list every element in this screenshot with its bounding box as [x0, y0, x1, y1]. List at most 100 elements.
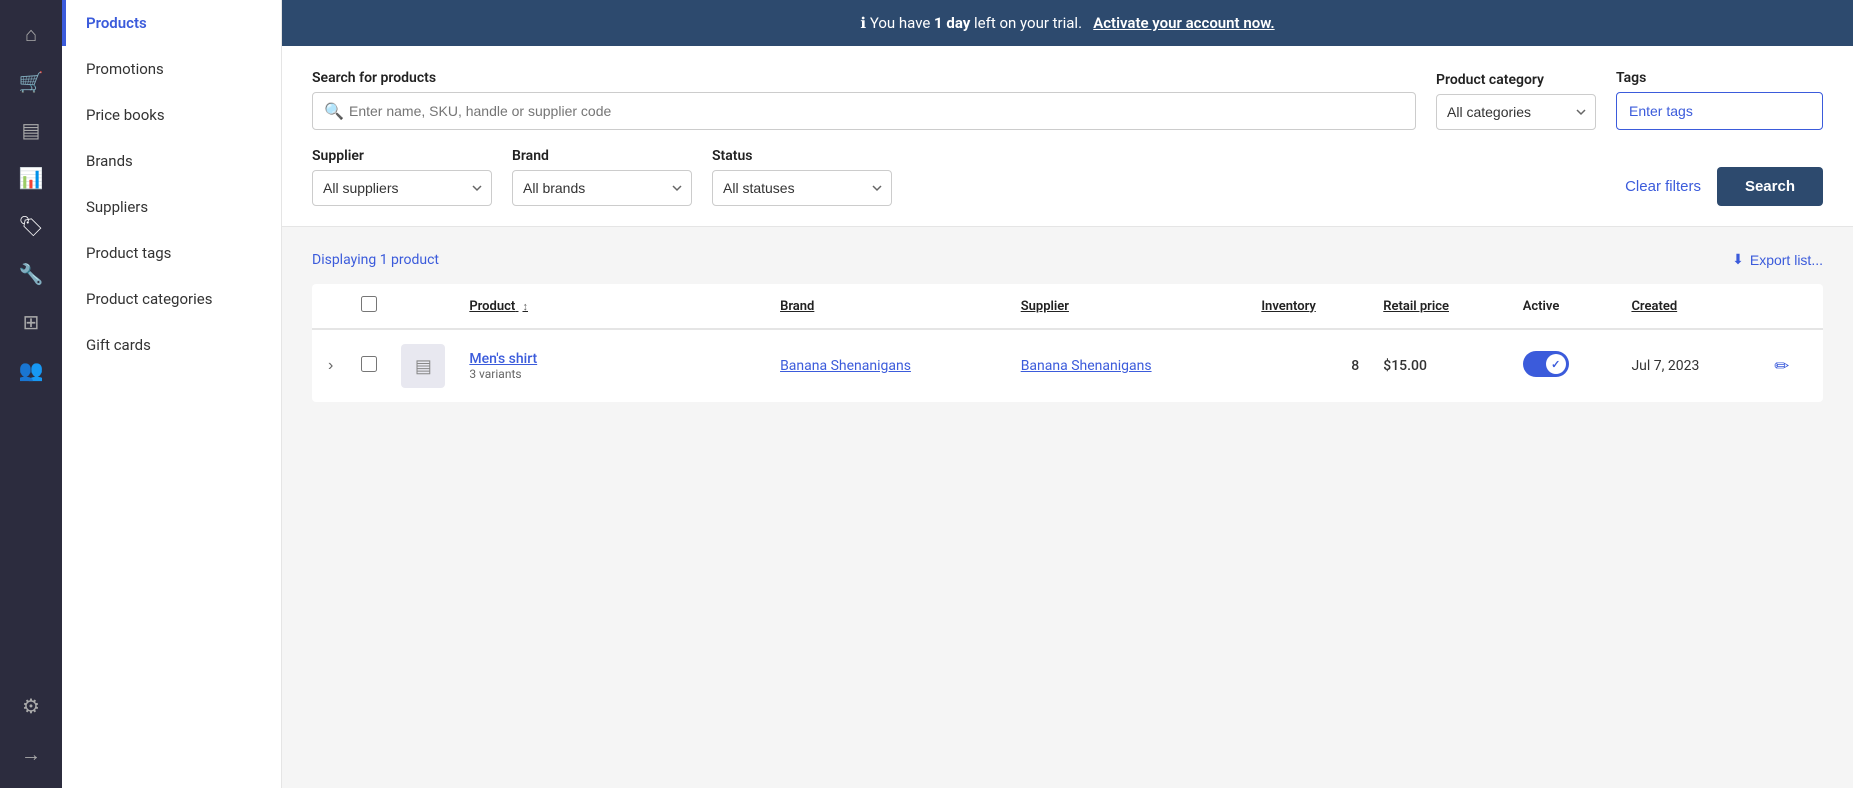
tags-label: Tags	[1616, 70, 1823, 86]
active-toggle[interactable]	[1523, 351, 1569, 377]
status-label: Status	[712, 148, 892, 164]
tags-filter-group: Tags	[1616, 70, 1823, 130]
th-checkbox	[349, 284, 389, 329]
filters-actions: Clear filters Search	[1625, 167, 1823, 206]
tags-input[interactable]	[1616, 92, 1823, 130]
row-product-cell: Men's shirt 3 variants	[457, 329, 768, 402]
row-supplier-cell: Banana Shenanigans	[1009, 329, 1250, 402]
filters-row-1: Search for products 🔍 Product category A…	[312, 70, 1823, 130]
sidebar-item-promotions[interactable]: Promotions	[62, 46, 281, 92]
th-product[interactable]: Product ↕	[457, 284, 768, 329]
products-table: Product ↕ Brand Supplier Inventory Retai…	[312, 284, 1823, 402]
nav-sidebar: Products Promotions Price books Brands S…	[62, 0, 282, 788]
sidebar-item-suppliers[interactable]: Suppliers	[62, 184, 281, 230]
trial-suffix: left on your trial.	[970, 14, 1082, 32]
table-header-row: Product ↕ Brand Supplier Inventory Retai…	[312, 284, 1823, 329]
th-active: Active	[1511, 284, 1620, 329]
wrench-icon[interactable]: 🔧	[9, 252, 53, 296]
row-actions-cell: ✏	[1762, 329, 1823, 402]
brand-label: Brand	[512, 148, 692, 164]
clear-filters-button[interactable]: Clear filters	[1625, 178, 1701, 195]
trial-bold: 1 day	[934, 14, 970, 32]
th-thumbnail	[389, 284, 457, 329]
export-button[interactable]: ⬇ Export list...	[1732, 251, 1823, 268]
product-thumbnail-icon: ▤	[415, 356, 432, 377]
category-label: Product category	[1436, 72, 1596, 88]
layers-icon[interactable]: ▤	[9, 108, 53, 152]
filters-section: Search for products 🔍 Product category A…	[282, 46, 1853, 227]
activate-account-link[interactable]: Activate your account now.	[1093, 14, 1274, 32]
th-retail-price[interactable]: Retail price	[1371, 284, 1510, 329]
filters-row-2: Supplier All suppliers Brand All brands …	[312, 148, 1823, 206]
th-brand[interactable]: Brand	[768, 284, 1009, 329]
sort-icon: ↕	[522, 300, 528, 313]
supplier-link[interactable]: Banana Shenanigans	[1021, 358, 1152, 374]
main-content: ℹ You have 1 day left on your trial. Act…	[282, 0, 1853, 788]
products-header: Displaying 1 product ⬇ Export list...	[312, 251, 1823, 268]
search-input[interactable]	[312, 92, 1416, 130]
supplier-filter-group: Supplier All suppliers	[312, 148, 492, 206]
grid-icon[interactable]: ⊞	[9, 300, 53, 344]
search-button[interactable]: Search	[1717, 167, 1823, 206]
th-created[interactable]: Created	[1619, 284, 1762, 329]
products-section: Displaying 1 product ⬇ Export list...	[282, 227, 1853, 426]
row-thumbnail-cell: ▤	[389, 329, 457, 402]
th-expand	[312, 284, 349, 329]
icon-sidebar: ⌂ 🛒 ▤ 📊 🏷 🔧 ⊞ 👥 ⚙ →	[0, 0, 62, 788]
row-retail-price-cell: $15.00	[1371, 329, 1510, 402]
product-thumbnail: ▤	[401, 344, 445, 388]
supplier-select[interactable]: All suppliers	[312, 170, 492, 206]
cart-icon[interactable]: 🛒	[9, 60, 53, 104]
users-icon[interactable]: 👥	[9, 348, 53, 392]
sidebar-item-product-categories[interactable]: Product categories	[62, 276, 281, 322]
row-expand-cell: ›	[312, 329, 349, 402]
row-brand-cell: Banana Shenanigans	[768, 329, 1009, 402]
chart-icon[interactable]: 📊	[9, 156, 53, 200]
displaying-count: Displaying 1 product	[312, 252, 439, 268]
table-row: › ▤ Men's shirt	[312, 329, 1823, 402]
trial-banner: ℹ You have 1 day left on your trial. Act…	[282, 0, 1853, 46]
sidebar-item-gift-cards[interactable]: Gift cards	[62, 322, 281, 368]
search-input-wrapper: 🔍	[312, 92, 1416, 130]
export-label: Export list...	[1750, 252, 1823, 268]
toggle-thumb	[1546, 354, 1566, 374]
home-icon[interactable]: ⌂	[9, 12, 53, 56]
sidebar-item-pricebooks[interactable]: Price books	[62, 92, 281, 138]
trial-prefix: You have	[870, 14, 934, 32]
supplier-label: Supplier	[312, 148, 492, 164]
status-select[interactable]: All statuses	[712, 170, 892, 206]
th-inventory[interactable]: Inventory	[1249, 284, 1371, 329]
export-icon: ⬇	[1732, 251, 1744, 268]
sidebar-item-products[interactable]: Products	[62, 0, 281, 46]
search-label: Search for products	[312, 70, 1416, 86]
search-icon: 🔍	[324, 102, 344, 121]
logout-icon[interactable]: →	[9, 732, 53, 776]
settings-icon[interactable]: ⚙	[9, 684, 53, 728]
brand-select[interactable]: All brands	[512, 170, 692, 206]
search-filter-group: Search for products 🔍	[312, 70, 1416, 130]
brand-filter-group: Brand All brands	[512, 148, 692, 206]
row-active-cell	[1511, 329, 1620, 402]
status-filter-group: Status All statuses	[712, 148, 892, 206]
row-expand-button[interactable]: ›	[324, 353, 337, 379]
th-actions	[1762, 284, 1823, 329]
sidebar-item-product-tags[interactable]: Product tags	[62, 230, 281, 276]
toggle-track[interactable]	[1523, 351, 1569, 377]
row-inventory-cell: 8	[1249, 329, 1371, 402]
th-supplier[interactable]: Supplier	[1009, 284, 1250, 329]
product-variants: 3 variants	[469, 367, 756, 381]
edit-button[interactable]: ✏	[1774, 356, 1789, 377]
tag-icon[interactable]: 🏷	[9, 204, 53, 248]
row-created-cell: Jul 7, 2023	[1619, 329, 1762, 402]
category-filter-group: Product category All categories	[1436, 72, 1596, 130]
sidebar-item-brands[interactable]: Brands	[62, 138, 281, 184]
th-product-label: Product	[469, 299, 515, 314]
product-info: Men's shirt 3 variants	[469, 351, 756, 381]
row-checkbox[interactable]	[361, 356, 377, 372]
content-area: Search for products 🔍 Product category A…	[282, 46, 1853, 788]
brand-link[interactable]: Banana Shenanigans	[780, 358, 911, 374]
select-all-checkbox[interactable]	[361, 296, 377, 312]
category-select[interactable]: All categories	[1436, 94, 1596, 130]
row-checkbox-cell	[349, 329, 389, 402]
product-name-link[interactable]: Men's shirt	[469, 351, 756, 367]
